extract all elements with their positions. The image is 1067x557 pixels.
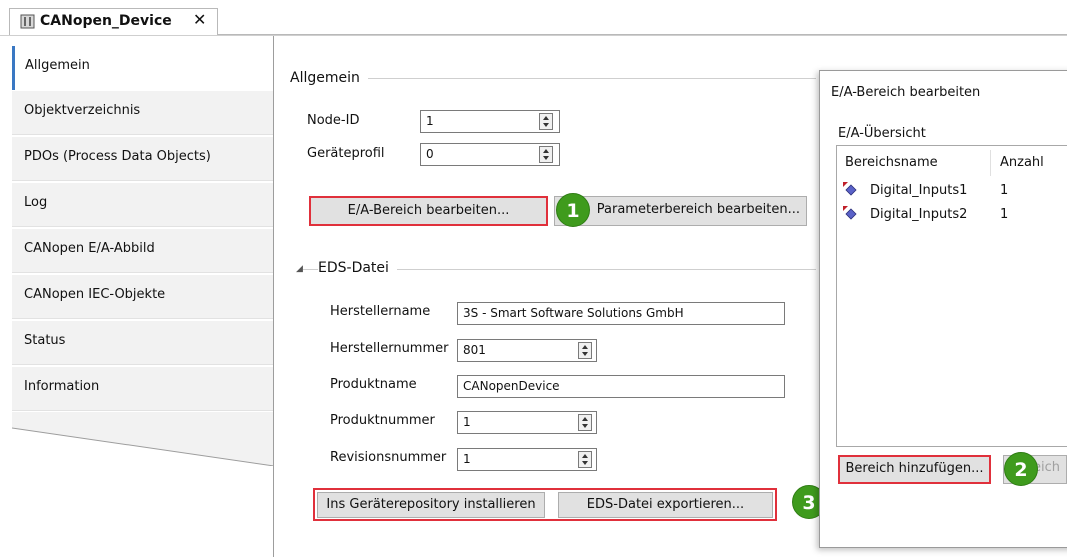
list-item[interactable]: Digital_Inputs2 1 — [840, 204, 1067, 226]
profile-label: Geräteprofil — [307, 146, 385, 161]
profile-spinner[interactable] — [539, 146, 553, 163]
product-number-spinner[interactable] — [578, 414, 592, 431]
nav-item-allgemein[interactable]: Allgemein — [12, 46, 274, 90]
nav-item-pdos[interactable]: PDOs (Process Data Objects) — [12, 137, 274, 181]
nav-divider — [273, 36, 274, 557]
group-rule-allgemein — [296, 78, 816, 79]
nav-item-iec-objects[interactable]: CANopen IEC-Objekte — [12, 275, 274, 319]
group-title-eds: EDS-Datei — [318, 260, 397, 276]
vendor-name-label: Herstellername — [330, 304, 431, 319]
row-name: Digital_Inputs1 — [870, 183, 968, 198]
tab-baseline — [218, 34, 1067, 35]
nav-item-status[interactable]: Status — [12, 321, 274, 365]
add-area-button[interactable]: Bereich hinzufügen... — [838, 455, 991, 484]
collapse-arrow-icon[interactable]: ◢ — [296, 264, 303, 274]
row-name: Digital_Inputs2 — [870, 207, 968, 222]
io-input-icon — [843, 206, 857, 220]
list-item[interactable]: Digital_Inputs1 1 — [840, 180, 1067, 202]
revision-spinner[interactable] — [578, 451, 592, 468]
vendor-number-spinner[interactable] — [578, 342, 592, 359]
callout-1: 1 — [556, 193, 590, 227]
product-number-field[interactable]: 1 — [457, 411, 597, 434]
nav-item-log[interactable]: Log — [12, 183, 274, 227]
row-count: 1 — [1000, 183, 1009, 198]
device-icon — [20, 14, 35, 29]
nav-item-information[interactable]: Information — [12, 367, 274, 411]
group-title-allgemein: Allgemein — [290, 70, 368, 86]
product-number-label: Produktnummer — [330, 413, 435, 428]
document-tab[interactable]: CANopen_Device ✕ — [9, 8, 218, 35]
node-id-label: Node-ID — [307, 113, 360, 128]
install-repository-button[interactable]: Ins Geräterepository installieren — [317, 492, 545, 518]
nav-tail-decoration — [12, 412, 274, 466]
callout-2: 2 — [1004, 452, 1038, 486]
column-header-count[interactable]: Anzahl — [1000, 155, 1044, 170]
vendor-number-field[interactable]: 801 — [457, 339, 597, 362]
nav-item-objektverzeichnis[interactable]: Objektverzeichnis — [12, 91, 274, 135]
product-name-label: Produktname — [330, 377, 417, 392]
vendor-number-label: Herstellernummer — [330, 341, 449, 356]
revision-field[interactable]: 1 — [457, 448, 597, 471]
revision-label: Revisionsnummer — [330, 450, 447, 465]
close-tab-icon[interactable]: ✕ — [193, 10, 206, 29]
column-header-name[interactable]: Bereichsname — [845, 155, 938, 170]
dialog-title: E/A-Bereich bearbeiten — [831, 85, 981, 100]
overview-label: E/A-Übersicht — [838, 126, 926, 141]
edit-io-area-button[interactable]: E/A-Bereich bearbeiten... — [309, 196, 548, 226]
vendor-name-field[interactable]: 3S - Smart Software Solutions GmbH — [457, 302, 785, 325]
io-input-icon — [843, 182, 857, 196]
column-separator — [990, 150, 991, 176]
row-count: 1 — [1000, 207, 1009, 222]
product-name-field[interactable]: CANopenDevice — [457, 375, 785, 398]
node-id-spinner[interactable] — [539, 113, 553, 130]
document-tab-title: CANopen_Device — [40, 13, 172, 29]
export-eds-button[interactable]: EDS-Datei exportieren... — [558, 492, 773, 518]
nav-item-io-image[interactable]: CANopen E/A-Abbild — [12, 229, 274, 273]
edit-parameter-area-button[interactable]: Parameterbereich bearbeiten... — [554, 196, 807, 226]
